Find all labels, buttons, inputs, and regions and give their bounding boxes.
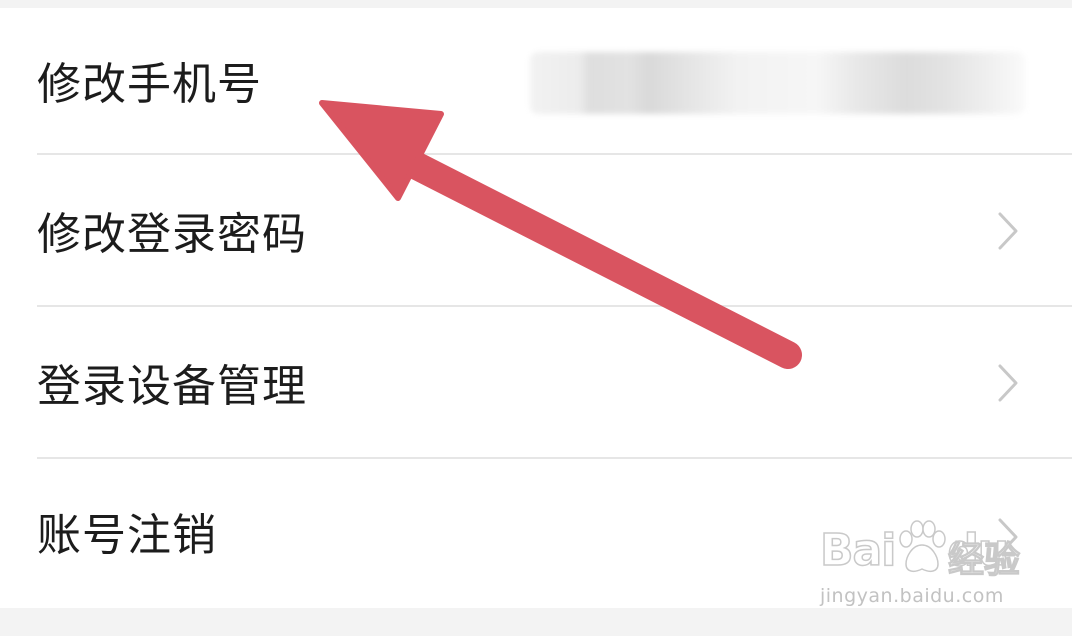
blurred-phone-number: [530, 52, 1025, 114]
chevron-right-icon: [998, 212, 1018, 250]
baidu-paw-icon: [899, 520, 946, 573]
settings-item-change-password[interactable]: 修改登录密码: [0, 155, 1072, 307]
settings-item-label: 修改登录密码: [37, 209, 307, 260]
settings-item-label: 账号注销: [37, 510, 217, 561]
baidu-watermark: Bai du 经验 jingyan.baidu.com: [819, 515, 1021, 615]
watermark-product-text: 经验: [947, 539, 1021, 581]
chevron-right-icon: [998, 364, 1018, 402]
settings-item-label: 登录设备管理: [37, 361, 307, 412]
watermark-url: jingyan.baidu.com: [820, 585, 1004, 607]
settings-item-label: 修改手机号: [37, 59, 262, 110]
settings-item-change-phone[interactable]: 修改手机号: [0, 8, 1072, 160]
settings-item-device-management[interactable]: 登录设备管理: [0, 307, 1072, 459]
account-security-screen: 修改手机号 修改登录密码 登录设备管理 账号注销 Bai du 经验 jingy…: [0, 0, 1072, 636]
